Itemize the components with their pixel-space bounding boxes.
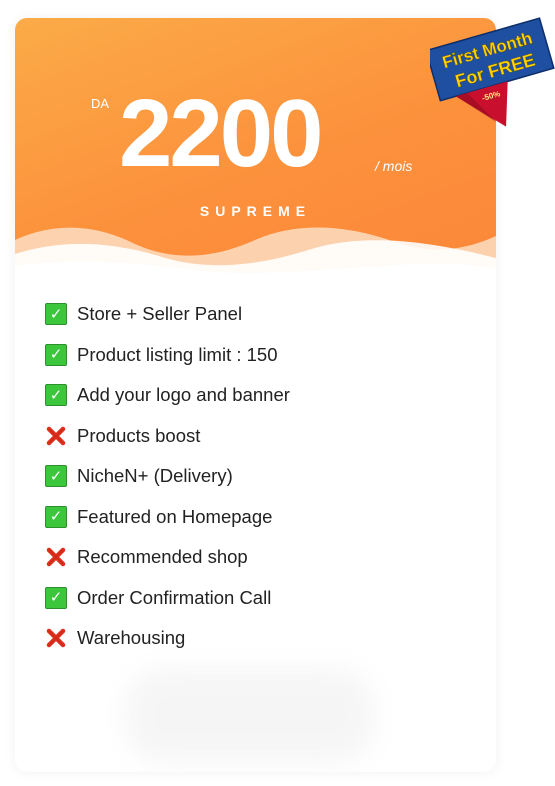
feature-label: Warehousing: [77, 627, 186, 649]
header-waves: [15, 227, 496, 280]
blurred-button-area: [125, 668, 375, 763]
cross-icon: [45, 425, 67, 447]
feature-item: ✓ Featured on Homepage: [45, 497, 290, 538]
feature-label: Products boost: [77, 424, 201, 446]
feature-label: Recommended shop: [77, 546, 248, 568]
feature-label: Order Confirmation Call: [77, 586, 272, 608]
feature-item: Recommended shop: [45, 537, 290, 578]
check-icon: ✓: [45, 343, 67, 366]
feature-item: ✓ Product listing limit : 150: [45, 335, 290, 376]
price-amount: 2200: [119, 80, 324, 187]
feature-item: Warehousing: [45, 618, 290, 659]
feature-item: ✓ NicheN+ (Delivery): [45, 456, 290, 497]
currency-label: DA: [91, 96, 110, 111]
cross-icon: [45, 546, 67, 568]
feature-label: Add your logo and banner: [77, 384, 290, 406]
feature-label: Product listing limit : 150: [77, 343, 278, 365]
feature-label: Featured on Homepage: [77, 505, 273, 527]
price-period: / mois: [375, 158, 413, 174]
feature-item: ✓ Add your logo and banner: [45, 375, 290, 416]
check-icon: ✓: [45, 384, 67, 407]
first-month-free-badge: First Month For FREE -50%: [430, 17, 555, 127]
feature-label: Store + Seller Panel: [77, 303, 243, 325]
check-icon: ✓: [45, 303, 67, 326]
pricing-card: DA 2200 / mois SUPREME ✓ Store + Seller …: [15, 18, 496, 772]
feature-item: Products boost: [45, 416, 290, 457]
plan-name: SUPREME: [199, 203, 312, 219]
feature-item: ✓ Store + Seller Panel: [45, 294, 290, 335]
check-icon: ✓: [45, 586, 67, 609]
feature-label: NicheN+ (Delivery): [77, 465, 233, 487]
feature-item: ✓ Order Confirmation Call: [45, 578, 290, 619]
feature-list: ✓ Store + Seller Panel ✓ Product listing…: [45, 294, 290, 659]
cross-icon: [45, 627, 67, 649]
check-icon: ✓: [45, 465, 67, 488]
check-icon: ✓: [45, 505, 67, 528]
pricing-header: DA 2200 / mois SUPREME: [15, 18, 496, 280]
